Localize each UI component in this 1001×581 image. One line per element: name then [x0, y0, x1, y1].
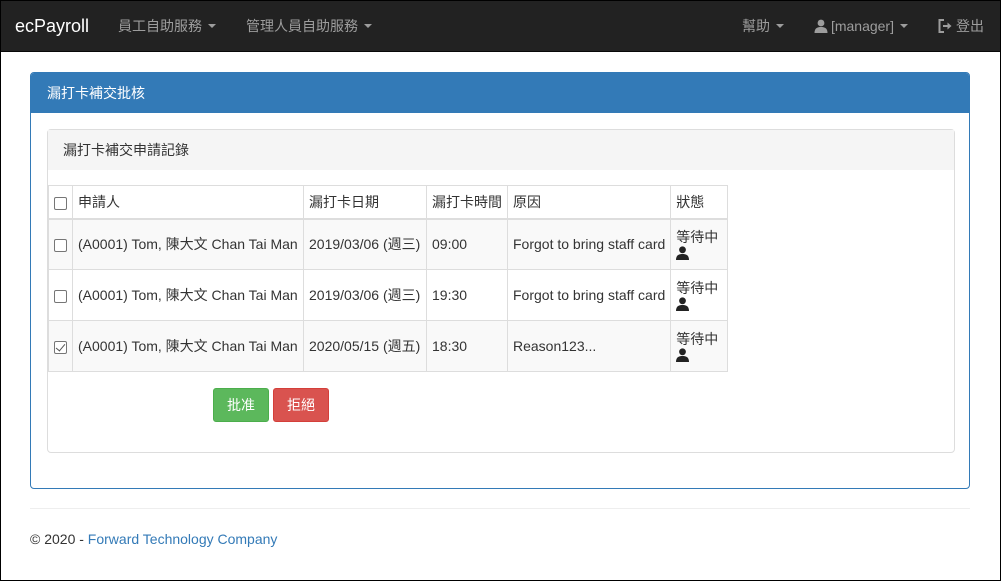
status-text: 等待中 — [676, 331, 719, 347]
row-checkbox[interactable] — [54, 340, 67, 354]
chevron-down-icon — [775, 24, 784, 28]
table-header-row: 申請人 漏打卡日期 漏打卡時間 原因 狀態 — [48, 185, 729, 220]
header-time: 漏打卡時間 — [426, 185, 508, 220]
records-panel-title: 漏打卡補交申請記錄 — [48, 130, 954, 170]
chevron-down-icon — [900, 24, 908, 28]
cell-reason: Reason123... — [506, 320, 672, 372]
header-status: 狀態 — [670, 185, 729, 220]
cell-date: 2020/05/15 (週五) — [303, 320, 427, 372]
cell-status: 等待中 — [670, 218, 729, 270]
cell-applicant: (A0001) Tom, 陳大文 Chan Tai Man — [72, 218, 304, 270]
row-select-cell — [48, 320, 73, 372]
logout-link[interactable]: 登出 — [923, 1, 1000, 52]
header-date: 漏打卡日期 — [303, 185, 427, 220]
records-table: 申請人 漏打卡日期 漏打卡時間 原因 狀態 (A0001) Tom, 陳大文 C… — [48, 185, 729, 372]
footer-copyright: © 2020 - — [30, 531, 88, 547]
cell-reason: Forgot to bring staff card — [506, 218, 672, 270]
table-row: (A0001) Tom, 陳大文 Chan Tai Man 2020/05/15… — [48, 320, 729, 372]
top-navbar: ecPayroll 員工自助服務 管理人員自助服務 幫助 [manager] 登… — [1, 1, 1000, 52]
person-icon — [676, 297, 722, 311]
logout-icon — [938, 19, 953, 33]
cell-time: 18:30 — [426, 320, 508, 372]
table-row: (A0001) Tom, 陳大文 Chan Tai Man 2019/03/06… — [48, 218, 729, 270]
menu-manager-self-service[interactable]: 管理人員自助服務 — [231, 1, 387, 52]
menu-user[interactable]: [manager] — [799, 1, 923, 52]
row-select-cell — [48, 218, 73, 270]
company-link[interactable]: Forward Technology Company — [88, 531, 278, 547]
brand-logo[interactable]: ecPayroll — [1, 1, 103, 52]
approval-panel: 漏打卡補交批核 漏打卡補交申請記錄 申請人 漏打卡日期 漏打卡時間 原因 狀態 … — [30, 72, 970, 489]
chevron-down-icon — [208, 24, 217, 28]
logout-label: 登出 — [956, 17, 984, 34]
status-text: 等待中 — [676, 280, 719, 296]
cell-date: 2019/03/06 (週三) — [303, 269, 427, 321]
cell-time: 09:00 — [426, 218, 508, 270]
row-checkbox[interactable] — [54, 289, 67, 303]
user-icon — [814, 19, 828, 33]
header-select-all-cell — [48, 185, 73, 220]
menu-employee-label: 員工自助服務 — [118, 17, 203, 34]
action-buttons: 批准 拒絕 — [213, 388, 329, 422]
reject-button[interactable]: 拒絕 — [273, 388, 329, 422]
menu-help[interactable]: 幫助 — [727, 1, 799, 52]
cell-date: 2019/03/06 (週三) — [303, 218, 427, 270]
status-text: 等待中 — [676, 229, 719, 246]
approve-button[interactable]: 批准 — [213, 388, 269, 422]
row-checkbox[interactable] — [54, 239, 67, 253]
table-row: (A0001) Tom, 陳大文 Chan Tai Man 2019/03/06… — [48, 269, 729, 321]
panel-title: 漏打卡補交批核 — [31, 73, 969, 113]
cell-applicant: (A0001) Tom, 陳大文 Chan Tai Man — [72, 320, 304, 372]
chevron-down-icon — [364, 24, 373, 28]
header-applicant: 申請人 — [72, 185, 304, 220]
cell-status: 等待中 — [670, 269, 729, 321]
row-select-cell — [48, 269, 73, 321]
menu-help-label: 幫助 — [741, 17, 770, 34]
menu-employee-self-service[interactable]: 員工自助服務 — [103, 1, 231, 52]
records-panel: 漏打卡補交申請記錄 申請人 漏打卡日期 漏打卡時間 原因 狀態 (A0001) … — [47, 129, 955, 453]
footer: © 2020 - Forward Technology Company — [30, 531, 277, 547]
person-icon — [676, 246, 722, 261]
cell-applicant: (A0001) Tom, 陳大文 Chan Tai Man — [72, 269, 304, 321]
footer-divider — [30, 508, 970, 509]
cell-status: 等待中 — [670, 320, 729, 372]
cell-reason: Forgot to bring staff card — [506, 269, 672, 321]
header-reason: 原因 — [506, 185, 672, 220]
select-all-checkbox[interactable] — [54, 196, 67, 210]
person-icon — [676, 348, 722, 362]
menu-manager-label: 管理人員自助服務 — [246, 17, 359, 34]
menu-user-label: [manager] — [830, 17, 894, 34]
cell-time: 19:30 — [426, 269, 508, 321]
